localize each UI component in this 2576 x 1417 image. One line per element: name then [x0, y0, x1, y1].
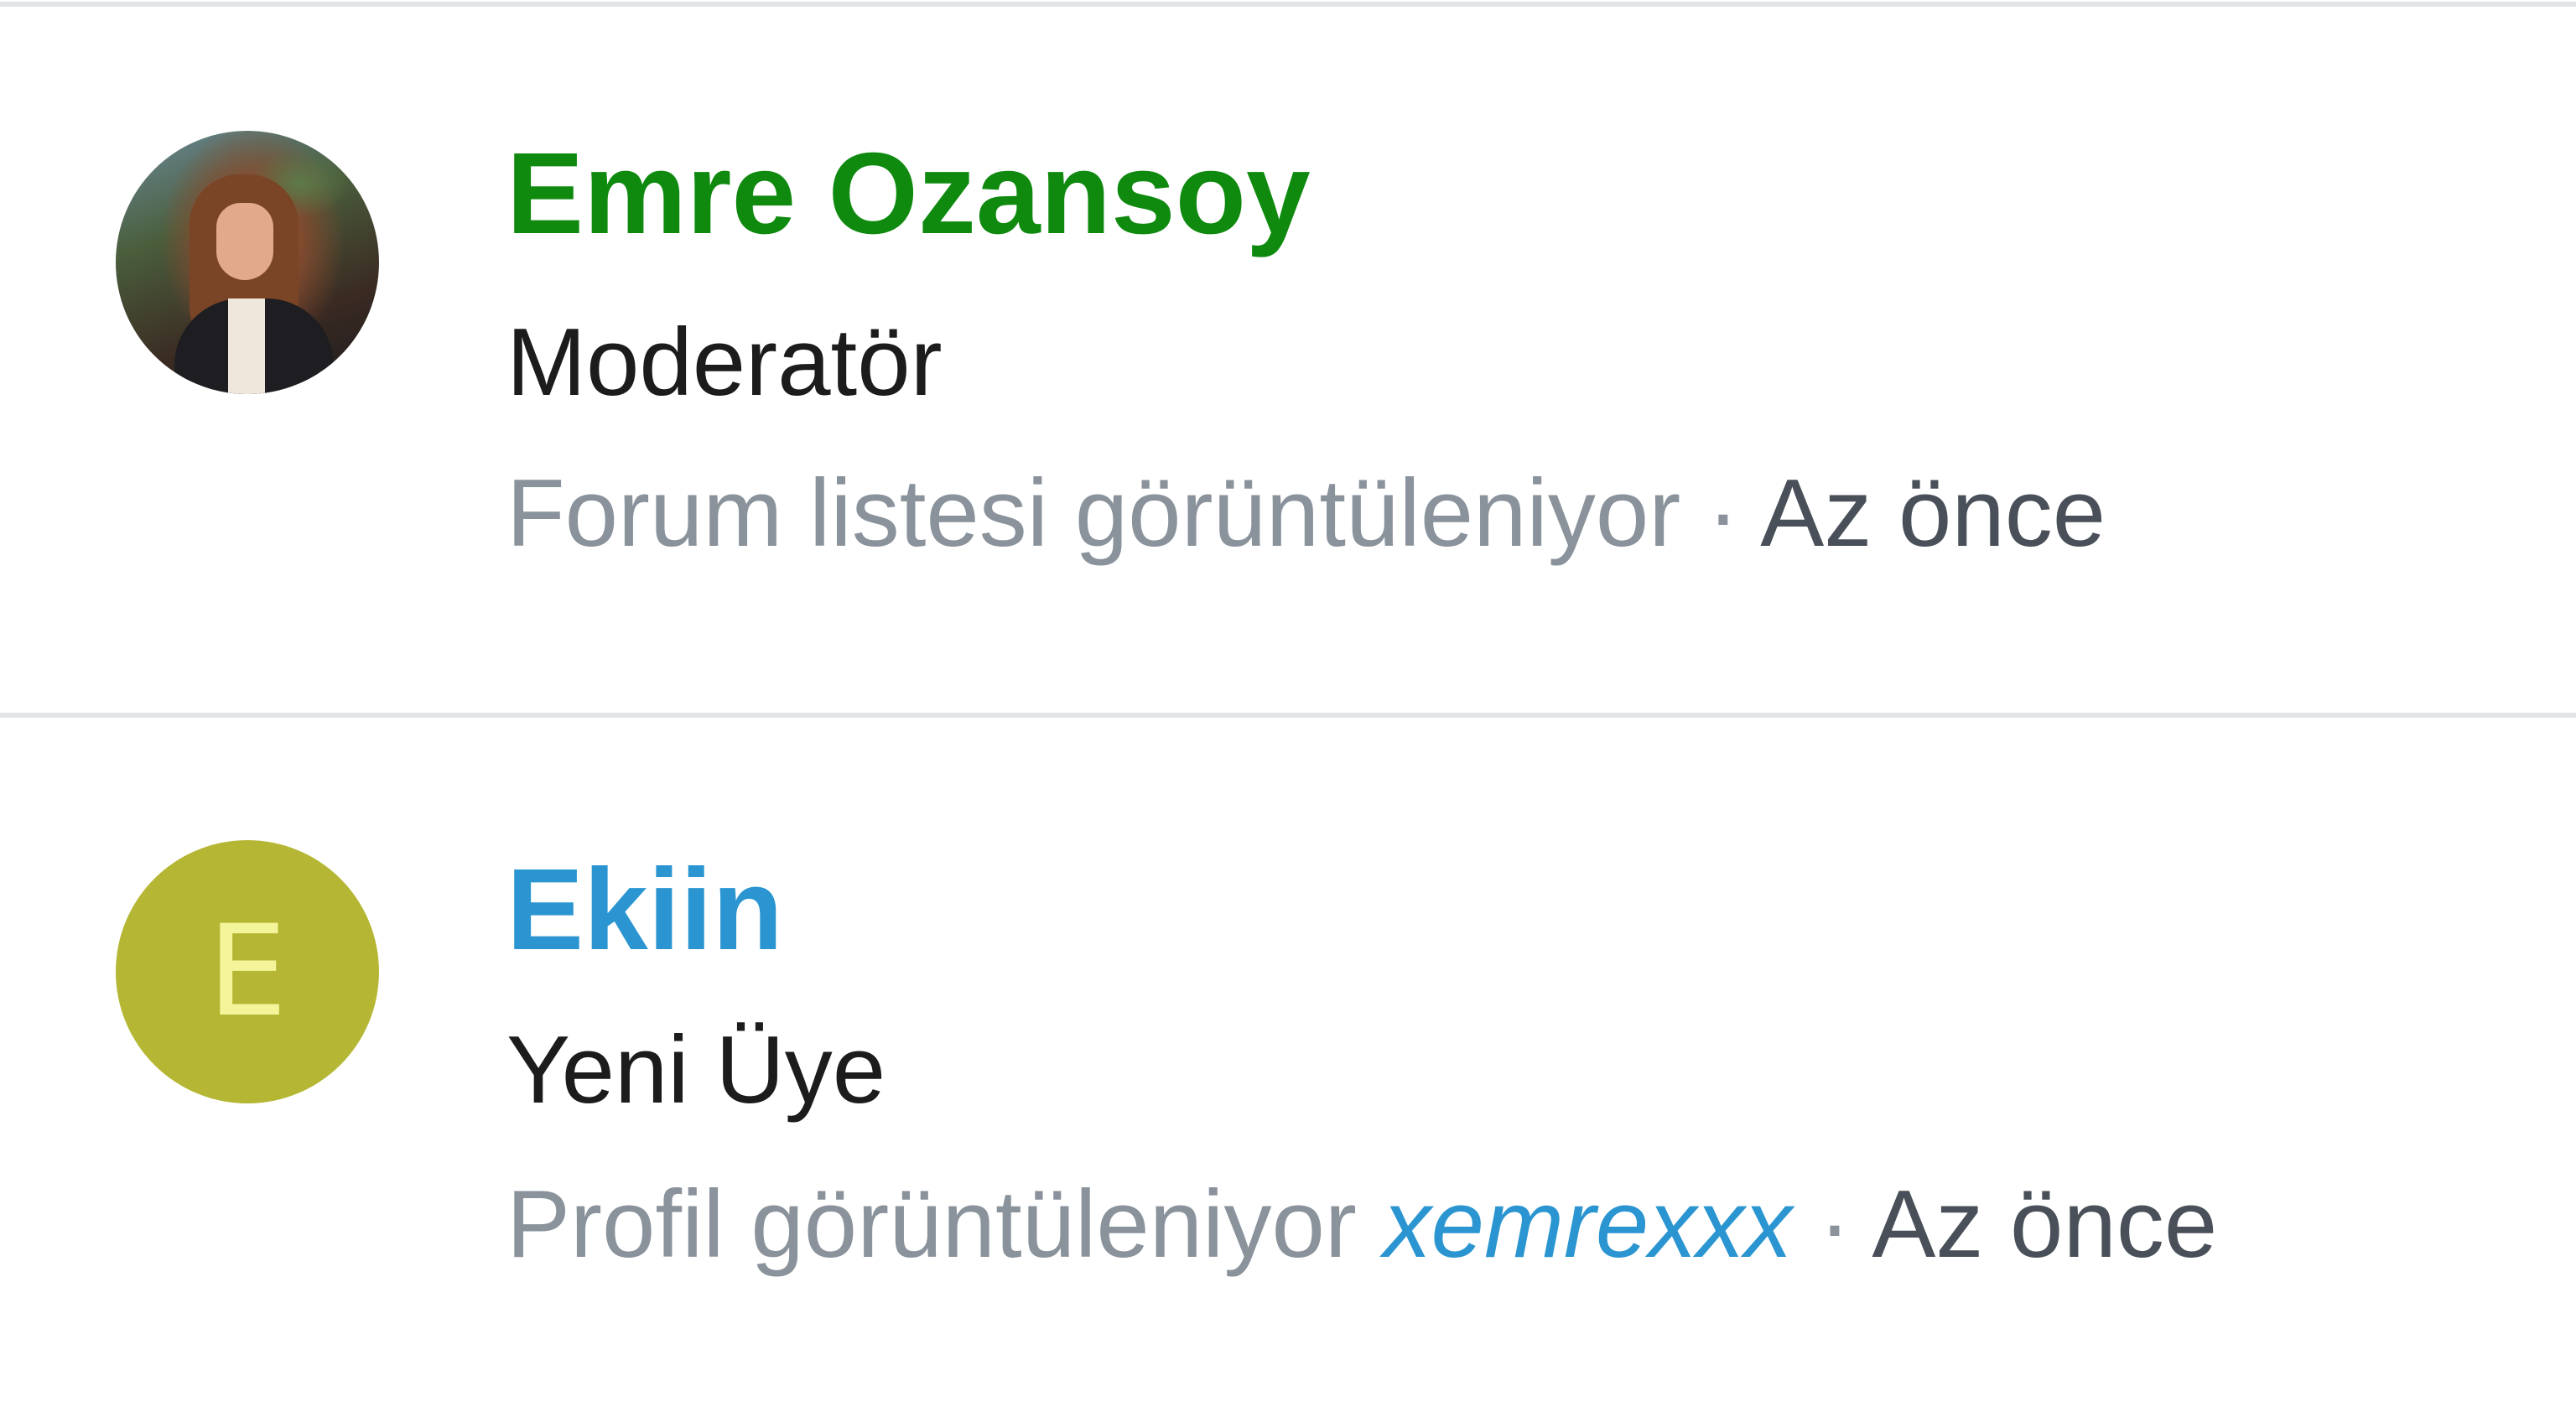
member-activity: Profil görüntüleniyor xemrexxx · Az önce: [506, 1177, 2217, 1273]
activity-time: Az önce: [1760, 460, 2106, 567]
activity-text: Forum listesi görüntüleniyor: [506, 460, 1681, 567]
activity-time: Az önce: [1872, 1171, 2218, 1278]
separator: ·: [1818, 1171, 1851, 1278]
avatar-shirt: [228, 298, 265, 394]
member-role: Moderatör: [506, 309, 943, 416]
avatar-face: [216, 203, 273, 280]
member-row: E Ekiin Yeni Üye Profil görüntüleniyor x…: [0, 718, 2576, 1417]
activity-text: Profil görüntüleniyor: [506, 1171, 1357, 1278]
avatar[interactable]: [116, 131, 379, 394]
activity-profile-link[interactable]: xemrexxx: [1384, 1171, 1793, 1278]
member-activity: Forum listesi görüntüleniyor · Az önce: [506, 466, 2106, 562]
member-role: Yeni Üye: [506, 1017, 886, 1124]
member-name[interactable]: Ekiin: [506, 852, 783, 968]
member-row: Emre Ozansoy Moderatör Forum listesi gör…: [0, 0, 2576, 713]
avatar[interactable]: E: [116, 840, 379, 1103]
separator: ·: [1706, 460, 1739, 567]
member-name[interactable]: Emre Ozansoy: [506, 136, 1311, 252]
